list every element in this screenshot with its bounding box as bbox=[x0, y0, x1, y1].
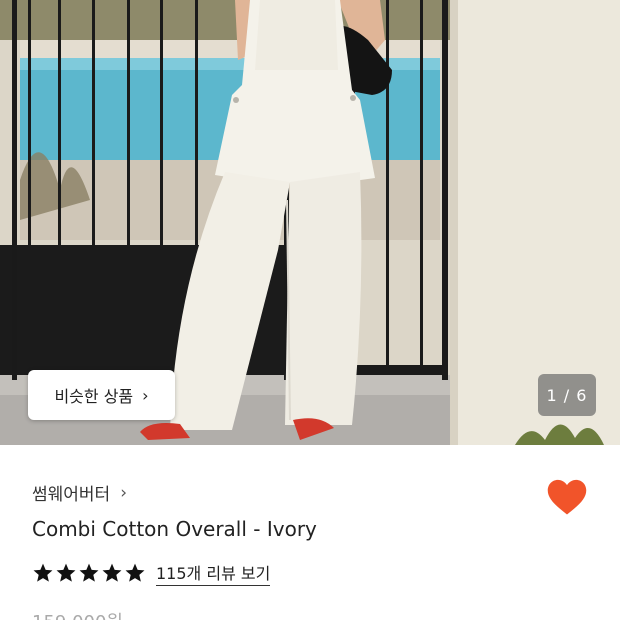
original-price: 159,000원 bbox=[32, 608, 123, 620]
product-image-carousel[interactable]: 비슷한 상품 › 1 / 6 bbox=[0, 0, 620, 445]
similar-products-label: 비슷한 상품 bbox=[54, 387, 134, 406]
similar-products-button[interactable]: 비슷한 상품 › bbox=[28, 370, 175, 420]
brand-link[interactable]: 썸웨어버터 › bbox=[32, 480, 128, 506]
chevron-right-icon: › bbox=[120, 482, 128, 503]
product-title: Combi Cotton Overall - Ivory bbox=[32, 517, 317, 541]
image-counter: 1 / 6 bbox=[538, 374, 596, 416]
brand-name: 썸웨어버터 bbox=[32, 485, 111, 505]
rating-row: 115개 리뷰 보기 bbox=[32, 560, 271, 586]
star-icon bbox=[33, 563, 53, 582]
review-link[interactable]: 115개 리뷰 보기 bbox=[156, 560, 271, 586]
heart-icon bbox=[547, 479, 587, 515]
chevron-right-icon: › bbox=[142, 385, 149, 405]
star-rating bbox=[32, 562, 146, 584]
star-icon bbox=[102, 563, 122, 582]
wishlist-button[interactable] bbox=[546, 477, 588, 517]
star-icon bbox=[79, 563, 99, 582]
star-icon bbox=[56, 563, 76, 582]
star-icon bbox=[125, 563, 145, 582]
